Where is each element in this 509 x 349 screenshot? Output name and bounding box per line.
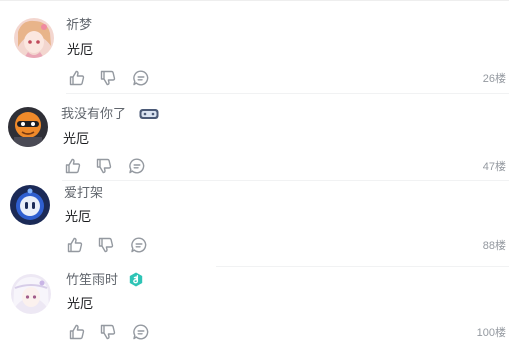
dislike-button[interactable] [99,69,117,87]
cartoon-character-avatar-icon [8,107,48,147]
thumbs-down-icon [100,70,116,86]
comment-divider [66,93,509,94]
thumbs-down-icon [100,324,116,340]
dislike-button[interactable] [99,323,117,341]
dislike-button[interactable] [97,236,115,254]
anime-girl-avatar-icon [14,18,54,58]
thumbs-up-icon [67,237,83,253]
reply-button[interactable] [130,236,148,254]
thumbs-down-icon [96,158,112,174]
like-button[interactable] [68,69,86,87]
floor-number: 100楼 [476,327,506,339]
thumbs-up-icon [69,70,85,86]
comment-divider [216,266,509,267]
thumbs-up-icon [65,158,81,174]
avatar[interactable] [10,185,50,225]
like-button[interactable] [68,323,86,341]
reply-bubble-icon [133,70,149,86]
white-hair-girl-avatar-icon [11,274,51,314]
reply-bubble-icon [133,324,149,340]
comment-text: 光厄 [67,296,94,311]
game-controller-badge-icon [139,109,159,119]
thumbs-up-icon [69,324,85,340]
username[interactable]: 祈梦 [66,17,92,33]
username[interactable]: 爱打架 [64,185,103,201]
reply-button[interactable] [132,323,150,341]
dislike-button[interactable] [95,157,113,175]
robot-avatar-icon [10,185,50,225]
avatar[interactable] [14,18,54,58]
reply-bubble-icon [129,158,145,174]
comment-list-page: 祈梦 光厄 26楼 我没有你了 光厄 47楼 爱打架 光厄 88楼 竹笙雨时 光… [0,0,509,349]
comment-text: 光厄 [67,42,94,57]
floor-number: 88楼 [482,240,506,252]
like-button[interactable] [66,236,84,254]
reply-bubble-icon [131,237,147,253]
reply-button[interactable] [128,157,146,175]
thumbs-down-icon [98,237,114,253]
username[interactable]: 竹笙雨时 [66,272,118,288]
username[interactable]: 我没有你了 [61,106,126,122]
reply-button[interactable] [132,69,150,87]
floor-number: 47楼 [482,161,506,173]
music-note-badge-icon [129,272,143,287]
comment-text: 光厄 [65,209,92,224]
comment-text: 光厄 [63,131,90,146]
floor-number: 26楼 [482,73,506,85]
avatar[interactable] [11,274,51,314]
top-divider [0,0,509,1]
avatar[interactable] [8,107,48,147]
comment-divider [62,180,509,181]
like-button[interactable] [64,157,82,175]
